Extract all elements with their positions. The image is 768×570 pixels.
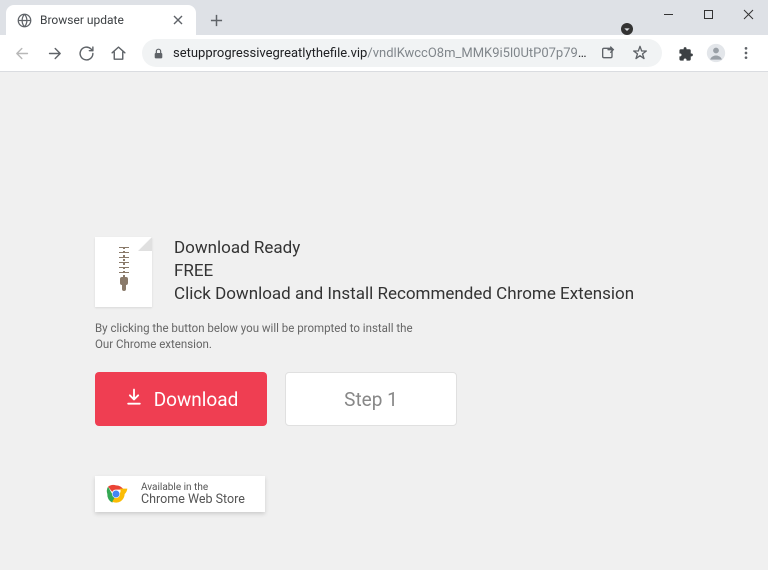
store-available-label: Available in the xyxy=(141,482,245,493)
button-row: Download Step 1 xyxy=(95,372,768,426)
extensions-icon[interactable] xyxy=(672,39,700,67)
page-content: Download Ready FREE Click Download and I… xyxy=(0,72,768,512)
profile-icon[interactable] xyxy=(702,39,730,67)
tab-search-icon[interactable] xyxy=(618,20,636,38)
store-name-label: Chrome Web Store xyxy=(141,493,245,507)
titlebar: Browser update xyxy=(0,0,768,35)
hero-section: Download Ready FREE Click Download and I… xyxy=(95,237,768,307)
home-button[interactable] xyxy=(104,39,132,67)
step-label: Step 1 xyxy=(344,388,398,411)
store-text: Available in the Chrome Web Store xyxy=(141,482,245,507)
chrome-logo-icon xyxy=(103,481,129,507)
disclaimer-line-1: By clicking the button below you will be… xyxy=(95,321,768,337)
window-controls xyxy=(648,0,768,30)
hero-text: Download Ready FREE Click Download and I… xyxy=(174,237,634,306)
step-button[interactable]: Step 1 xyxy=(285,372,457,426)
browser-chrome: Browser update xyxy=(0,0,768,72)
browser-tab[interactable]: Browser update xyxy=(6,5,196,35)
url-path: /vndlKwccO8m_MMK9i5l0UtP07p79EuN7dxh9cIV… xyxy=(367,46,588,61)
url-text: setupprogressivegreatlythefile.vip/vndlK… xyxy=(173,46,588,61)
page-viewport: Download Ready FREE Click Download and I… xyxy=(0,72,768,570)
chrome-web-store-badge[interactable]: Available in the Chrome Web Store xyxy=(95,476,265,512)
toolbar: setupprogressivegreatlythefile.vip/vndlK… xyxy=(0,35,768,72)
back-button[interactable] xyxy=(8,39,36,67)
close-tab-button[interactable] xyxy=(170,12,186,28)
lock-icon xyxy=(152,47,165,60)
url-domain: setupprogressivegreatlythefile.vip xyxy=(173,46,367,61)
bookmark-icon[interactable] xyxy=(628,45,652,61)
heading-free: FREE xyxy=(174,260,634,283)
download-button[interactable]: Download xyxy=(95,372,267,426)
extensions-area xyxy=(672,39,760,67)
globe-icon xyxy=(16,12,32,28)
share-icon[interactable] xyxy=(596,45,620,61)
maximize-button[interactable] xyxy=(688,0,728,28)
download-label: Download xyxy=(154,388,239,411)
download-icon xyxy=(124,387,144,412)
forward-button[interactable] xyxy=(40,39,68,67)
address-bar[interactable]: setupprogressivegreatlythefile.vip/vndlK… xyxy=(142,39,662,67)
heading-download-ready: Download Ready xyxy=(174,237,634,260)
heading-instruction: Click Download and Install Recommended C… xyxy=(174,283,634,306)
disclaimer-line-2: Our Chrome extension. xyxy=(95,337,768,353)
archive-file-icon xyxy=(95,237,152,307)
close-window-button[interactable] xyxy=(728,0,768,28)
reload-button[interactable] xyxy=(72,39,100,67)
tab-title: Browser update xyxy=(40,13,162,27)
minimize-button[interactable] xyxy=(648,0,688,28)
new-tab-button[interactable] xyxy=(202,6,230,34)
menu-icon[interactable] xyxy=(732,39,760,67)
disclaimer-text: By clicking the button below you will be… xyxy=(95,321,768,352)
